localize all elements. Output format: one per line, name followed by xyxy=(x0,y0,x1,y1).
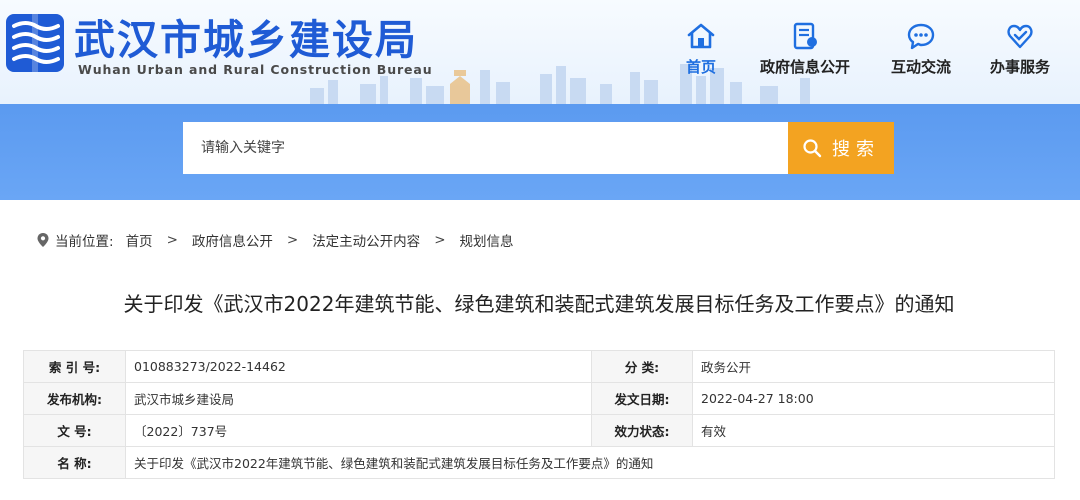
breadcrumb-planning-info[interactable]: 规划信息 xyxy=(460,230,514,250)
meta-value-docno: 〔2022〕737号 xyxy=(125,414,592,447)
meta-value-index: 010883273/2022-14462 xyxy=(125,350,592,383)
breadcrumb-separator: > xyxy=(166,232,178,248)
meta-value-issuer: 武汉市城乡建设局 xyxy=(125,382,592,415)
meta-key-index: 索 引 号: xyxy=(23,350,126,383)
chat-bubble-icon xyxy=(907,23,935,50)
table-row: 发布机构: 武汉市城乡建设局 发文日期: 2022-04-27 18:00 xyxy=(23,382,1055,415)
search-button[interactable]: 搜索 xyxy=(788,122,894,174)
site-header: 武汉市城乡建设局 Wuhan Urban and Rural Construct… xyxy=(0,0,1080,104)
search-icon xyxy=(803,139,822,158)
table-row: 名 称: 关于印发《武汉市2022年建筑节能、绿色建筑和装配式建筑发展目标任务及… xyxy=(23,446,1055,479)
nav-interaction[interactable]: 互动交流 xyxy=(891,22,951,77)
heart-hand-icon xyxy=(1007,24,1033,49)
document-icon xyxy=(793,22,817,50)
breadcrumb-home[interactable]: 首页 xyxy=(126,230,153,250)
breadcrumb-separator: > xyxy=(434,232,446,248)
location-pin-icon xyxy=(37,233,49,247)
meta-key-name: 名 称: xyxy=(23,446,126,479)
breadcrumb-statutory-disclosure[interactable]: 法定主动公开内容 xyxy=(312,230,420,250)
meta-key-status: 效力状态: xyxy=(591,414,693,447)
breadcrumb-separator: > xyxy=(286,232,299,248)
breadcrumb: 当前位置: 首页 > 政府信息公开 > 法定主动公开内容 > 规划信息 xyxy=(36,230,514,250)
nav-home[interactable]: 首页 xyxy=(686,22,716,77)
meta-value-name: 关于印发《武汉市2022年建筑节能、绿色建筑和装配式建筑发展目标任务及工作要点》… xyxy=(125,446,1055,479)
nav-services[interactable]: 办事服务 xyxy=(990,22,1050,77)
table-row: 索 引 号: 010883273/2022-14462 分 类: 政务公开 xyxy=(23,350,1055,383)
meta-key-date: 发文日期: xyxy=(591,382,693,415)
meta-key-category: 分 类: xyxy=(591,350,693,383)
nav-gov-info-label: 政府信息公开 xyxy=(760,58,851,76)
document-meta-table: 索 引 号: 010883273/2022-14462 分 类: 政务公开 发布… xyxy=(23,350,1055,479)
meta-key-docno: 文 号: xyxy=(23,414,126,447)
breadcrumb-gov-info[interactable]: 政府信息公开 xyxy=(192,230,273,250)
search-input[interactable] xyxy=(183,122,788,174)
nav-gov-info[interactable]: 政府信息公开 xyxy=(760,22,850,77)
content-card: 当前位置: 首页 > 政府信息公开 > 法定主动公开内容 > 规划信息 关于印发… xyxy=(6,200,1072,500)
breadcrumb-prefix: 当前位置: xyxy=(55,234,114,250)
meta-key-issuer: 发布机构: xyxy=(23,382,126,415)
table-row: 文 号: 〔2022〕737号 效力状态: 有效 xyxy=(23,414,1055,447)
bureau-logo xyxy=(6,14,64,72)
nav-services-label: 办事服务 xyxy=(990,58,1051,76)
document-title: 关于印发《武汉市2022年建筑节能、绿色建筑和装配式建筑发展目标任务及工作要点》… xyxy=(123,292,955,316)
site-title: 武汉市城乡建设局 xyxy=(74,16,418,64)
site-subtitle: Wuhan Urban and Rural Construction Burea… xyxy=(78,62,433,77)
home-icon xyxy=(687,23,715,49)
search-button-label: 搜索 xyxy=(832,139,880,160)
nav-interaction-label: 互动交流 xyxy=(891,58,952,76)
meta-value-status: 有效 xyxy=(692,414,1055,447)
meta-value-date: 2022-04-27 18:00 xyxy=(692,382,1055,415)
nav-home-label: 首页 xyxy=(686,58,717,76)
meta-value-category: 政务公开 xyxy=(692,350,1055,383)
